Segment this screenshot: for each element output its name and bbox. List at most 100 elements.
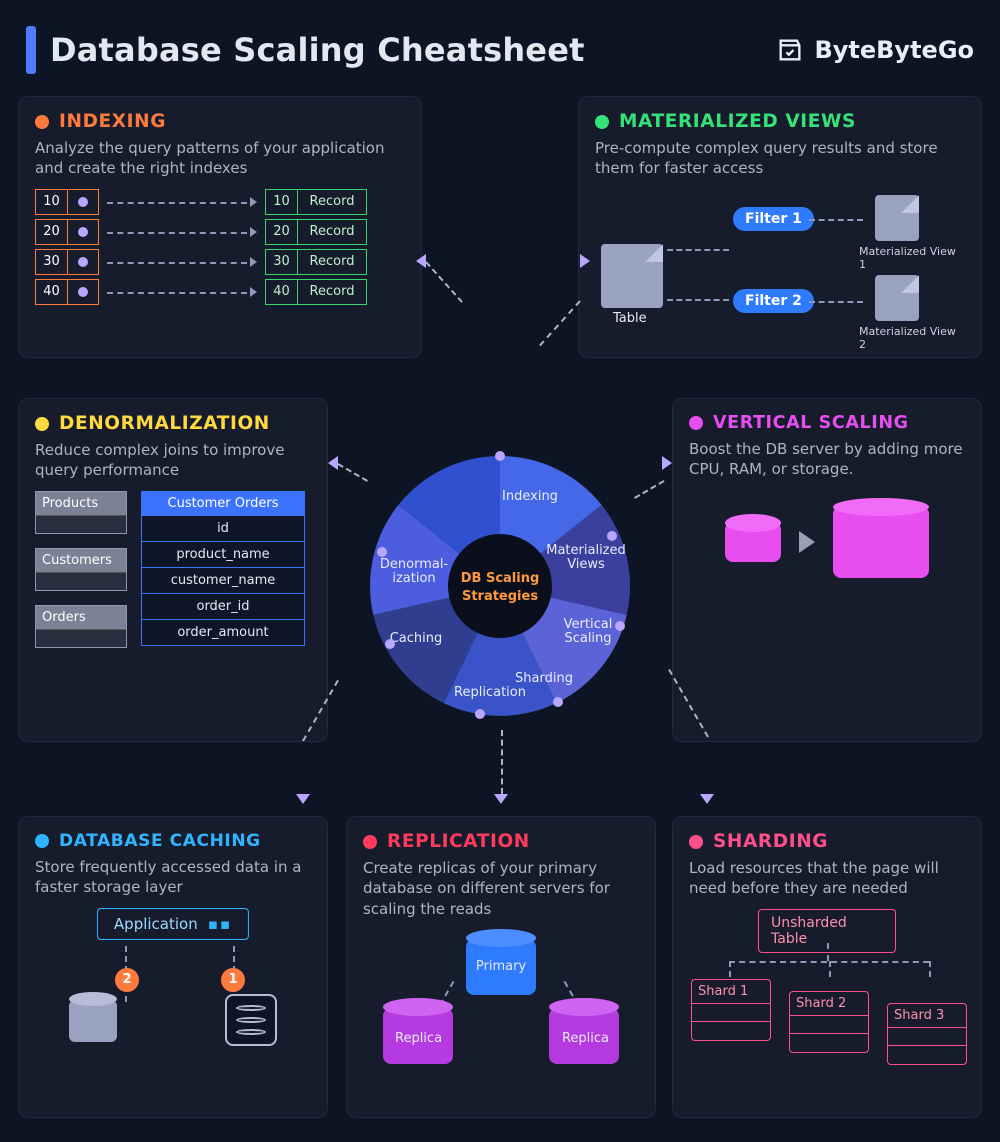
step-badge: 2 [115, 968, 139, 992]
connector-line [539, 300, 581, 346]
panel-vscaling: VERTICAL SCALING Boost the DB server by … [672, 398, 982, 742]
arrowhead-icon [662, 456, 672, 470]
pointer-icon [67, 249, 99, 275]
dashed-arrow-icon [809, 301, 863, 303]
idx-right-val: Record [297, 219, 367, 245]
panel-vscaling-title: VERTICAL SCALING [713, 413, 909, 433]
panel-sharding-desc: Load resources that the page will need b… [689, 858, 965, 899]
denorm-source-tables: Products Customers Orders [35, 491, 127, 648]
panel-mat-views-desc: Pre-compute complex query results and st… [595, 138, 965, 179]
table-row: customer_name [142, 567, 304, 593]
dashed-line-icon [929, 961, 931, 977]
indexing-right-table: 10Record 20Record 30Record 40Record [265, 189, 367, 305]
seg-denorm-l1: Denormal- [380, 557, 449, 572]
panel-denorm-title: DENORMALIZATION [59, 413, 270, 434]
shard-label: Shard 3 [888, 1004, 966, 1028]
arrowhead-icon [494, 794, 508, 804]
table-box: Products [35, 491, 127, 534]
shard-box: Shard 1 [691, 979, 771, 1041]
panel-mat-views: MATERIALIZED VIEWS Pre-compute complex q… [578, 96, 982, 358]
shard-box: Shard 3 [887, 1003, 967, 1065]
table-row: order_amount [142, 619, 304, 645]
file-icon [875, 275, 919, 321]
arrowhead-icon [328, 456, 338, 470]
dot-icon [689, 416, 703, 430]
caching-illustration: Application ▪▪ 2 1 [35, 908, 311, 1048]
shard-label: Shard 2 [790, 992, 868, 1016]
replication-illustration: Primary Replica Replica [363, 929, 639, 1074]
denorm-table-header: Customer Orders [142, 492, 304, 515]
replica-label: Replica [395, 1031, 442, 1046]
file-icon [601, 244, 663, 308]
idx-right-key: 10 [265, 189, 297, 215]
idx-left-cell: 10 [35, 189, 67, 215]
table-box: Customers [35, 548, 127, 591]
seg-replication: Replication [454, 685, 526, 700]
arrow-right-icon [799, 531, 815, 553]
panel-denorm: DENORMALIZATION Reduce complex joins to … [18, 398, 328, 742]
pointer-icon [67, 219, 99, 245]
page-title: Database Scaling Cheatsheet [50, 31, 585, 69]
brand: ByteByteGo [776, 36, 974, 64]
pointer-icon [67, 189, 99, 215]
dashed-line-icon [827, 943, 829, 961]
idx-right-val: Record [297, 249, 367, 275]
dot-icon [689, 835, 703, 849]
denorm-illustration: Products Customers Orders Customer Order… [35, 491, 311, 648]
panel-denorm-head: DENORMALIZATION [35, 413, 311, 434]
panel-mat-views-title: MATERIALIZED VIEWS [619, 111, 856, 132]
replica-label: Replica [562, 1031, 609, 1046]
indexing-left-table: 10 20 30 40 [35, 189, 99, 305]
sharding-illustration: Unsharded Table Shard 1 Shard 2 Shard 3 [689, 909, 965, 1059]
panel-mat-views-head: MATERIALIZED VIEWS [595, 111, 965, 132]
dashed-arrow-icon [667, 299, 729, 301]
app-dots-icon: ▪▪ [208, 915, 232, 933]
shard-box: Shard 2 [789, 991, 869, 1053]
dot-icon [595, 115, 609, 129]
cache-stack-icon [225, 994, 277, 1046]
idx-right-val: Record [297, 279, 367, 305]
panel-vscaling-desc: Boost the DB server by adding more CPU, … [689, 439, 965, 480]
dashed-line-icon [729, 961, 731, 977]
panel-replication: REPLICATION Create replicas of your prim… [346, 816, 656, 1118]
dashed-arrow-icon [107, 219, 257, 245]
idx-left-cell: 40 [35, 279, 67, 305]
file-icon [875, 195, 919, 241]
panel-replication-head: REPLICATION [363, 831, 639, 852]
panel-sharding-title: SHARDING [713, 831, 828, 852]
panel-indexing-desc: Analyze the query patterns of your appli… [35, 138, 405, 179]
header: Database Scaling Cheatsheet ByteByteGo [18, 20, 982, 92]
title-wrap: Database Scaling Cheatsheet [26, 26, 585, 74]
seg-caching: Caching [390, 631, 443, 646]
title-accent-bar [26, 26, 36, 74]
app-box-label: Application [114, 915, 198, 933]
brand-icon [776, 36, 804, 64]
seg-denorm-l2: ization [392, 571, 435, 586]
seg-matviews-l2: Views [567, 557, 605, 572]
idx-right-val: Record [297, 189, 367, 215]
panel-caching-title: DATABASE CACHING [59, 831, 261, 851]
connector-line [425, 261, 463, 302]
vscaling-illustration [689, 506, 965, 578]
idx-right-key: 40 [265, 279, 297, 305]
mv-output-label: Materialized View 2 [859, 325, 965, 351]
idx-right-key: 20 [265, 219, 297, 245]
hub-line2: Strategies [462, 589, 538, 604]
denorm-combined-table: Customer Orders id product_name customer… [141, 491, 305, 646]
dot-icon [363, 835, 377, 849]
seg-indexing: Indexing [502, 489, 558, 504]
table-box-label: Orders [36, 606, 126, 629]
connector-line [501, 730, 503, 794]
panel-replication-desc: Create replicas of your primary database… [363, 858, 639, 919]
panel-vscaling-head: VERTICAL SCALING [689, 413, 965, 433]
table-row: order_id [142, 593, 304, 619]
panel-indexing: INDEXING Analyze the query patterns of y… [18, 96, 422, 358]
dot-icon [35, 115, 49, 129]
panel-caching: DATABASE CACHING Store frequently access… [18, 816, 328, 1118]
dashed-line-icon [829, 961, 831, 977]
panel-caching-head: DATABASE CACHING [35, 831, 311, 851]
table-box-label: Customers [36, 549, 126, 572]
idx-left-cell: 30 [35, 249, 67, 275]
dashed-arrow-icon [107, 189, 257, 215]
panel-indexing-title: INDEXING [59, 111, 166, 132]
